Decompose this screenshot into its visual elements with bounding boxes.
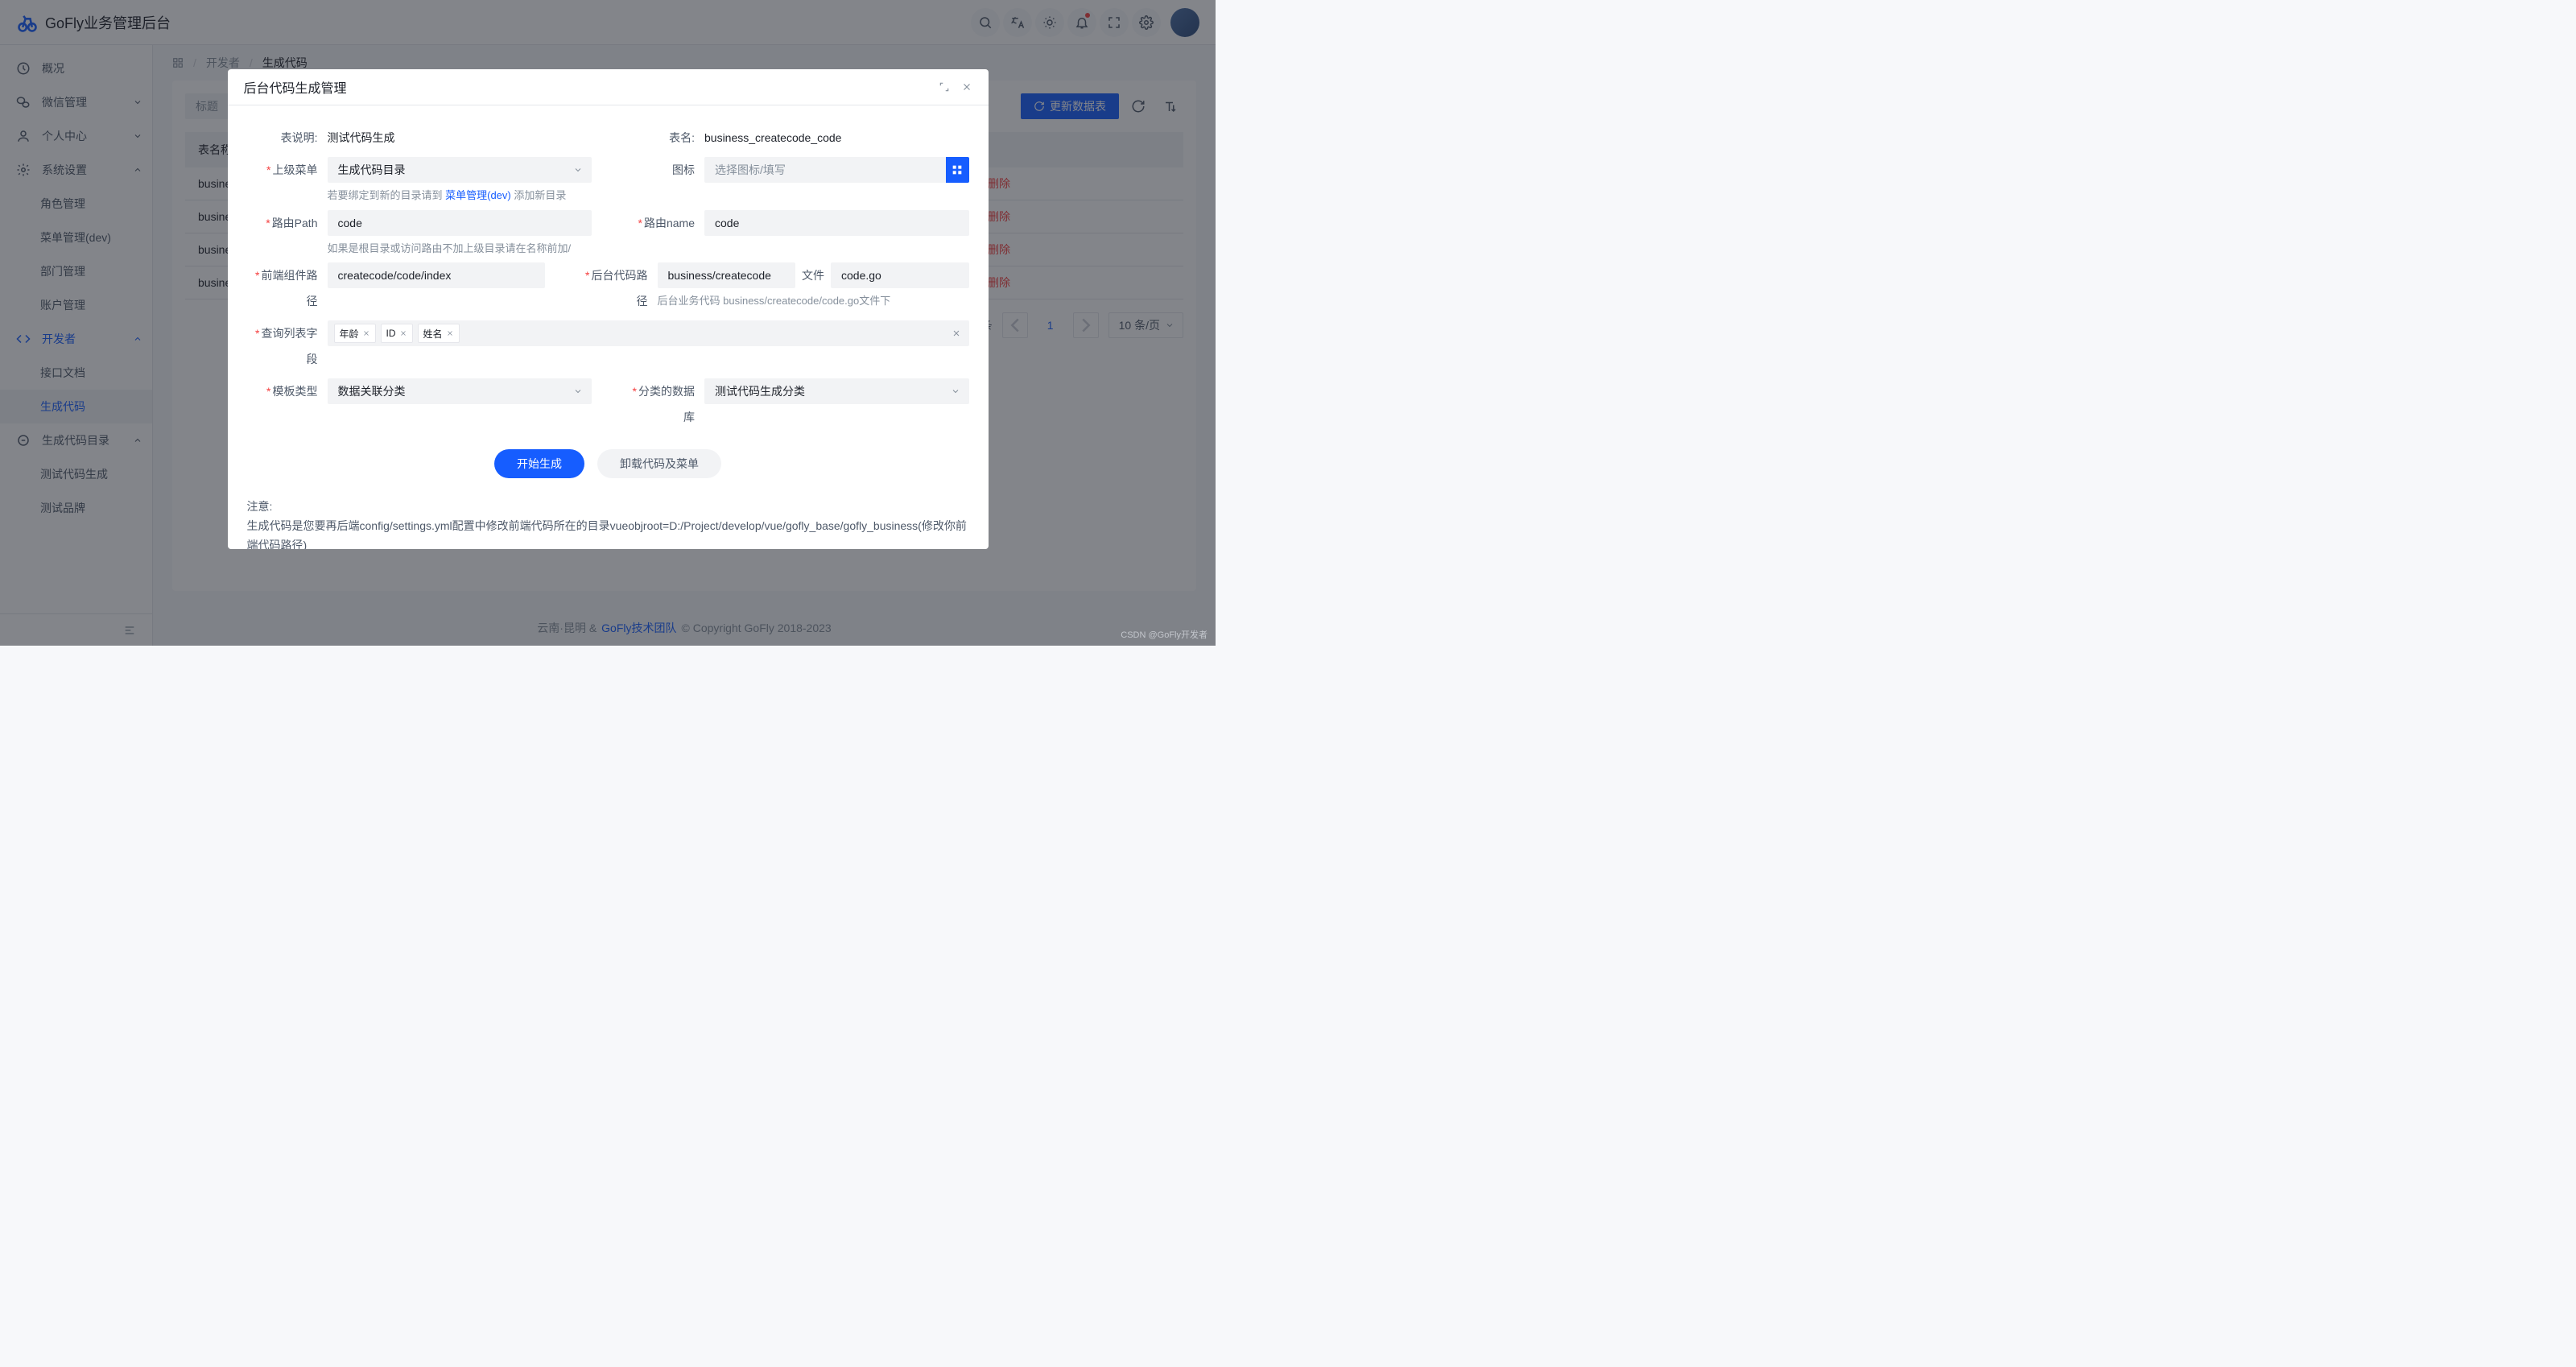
route-path-input[interactable] bbox=[328, 210, 592, 236]
backend-path-label: *后台代码路径 bbox=[577, 262, 658, 314]
tag: 姓名 bbox=[418, 324, 460, 343]
category-db-label: *分类的数据库 bbox=[624, 378, 704, 430]
tag-close-icon[interactable] bbox=[362, 329, 370, 337]
query-fields-input[interactable]: 年龄 ID 姓名 bbox=[328, 320, 969, 346]
route-path-label: *路由Path bbox=[247, 210, 328, 257]
chevron-down-icon bbox=[951, 386, 960, 396]
frontend-path-input[interactable] bbox=[328, 262, 545, 288]
desc-value: 测试代码生成 bbox=[328, 125, 592, 151]
modal-body: 表说明: 测试代码生成 表名: business_createcode_code… bbox=[228, 105, 989, 549]
menu-mgmt-link[interactable]: 菜单管理(dev) bbox=[445, 189, 511, 201]
template-type-label: *模板类型 bbox=[247, 378, 328, 430]
parent-menu-help: 若要绑定到新的目录请到 菜单管理(dev) 添加新目录 bbox=[328, 188, 592, 204]
frontend-path-label: *前端组件路径 bbox=[247, 262, 328, 314]
grid-icon bbox=[951, 163, 964, 176]
desc-label: 表说明: bbox=[247, 125, 328, 151]
file-name-input[interactable] bbox=[831, 262, 969, 288]
template-type-select[interactable]: 数据关联分类 bbox=[328, 378, 592, 404]
tag-close-icon[interactable] bbox=[399, 329, 407, 337]
notice: 注意: 生成代码是您要再后端config/settings.yml配置中修改前端… bbox=[247, 498, 969, 549]
unload-button[interactable]: 卸载代码及菜单 bbox=[597, 449, 721, 478]
tag: 年龄 bbox=[334, 324, 376, 343]
watermark: CSDN @GoFly开发者 bbox=[1121, 628, 1208, 641]
file-label: 文件 bbox=[802, 262, 824, 288]
modal-title: 后台代码生成管理 bbox=[244, 77, 347, 97]
icon-input[interactable] bbox=[704, 157, 946, 183]
backend-help: 后台业务代码 business/createcode/code.go文件下 bbox=[658, 293, 969, 309]
generate-button[interactable]: 开始生成 bbox=[494, 449, 584, 478]
parent-menu-select[interactable]: 生成代码目录 bbox=[328, 157, 592, 183]
tag-close-icon[interactable] bbox=[446, 329, 454, 337]
tag: ID bbox=[381, 324, 413, 343]
category-db-select[interactable]: 测试代码生成分类 bbox=[704, 378, 969, 404]
parent-menu-label: *上级菜单 bbox=[247, 157, 328, 204]
query-fields-label: *查询列表字段 bbox=[247, 320, 328, 372]
clear-tags-icon[interactable] bbox=[952, 328, 961, 338]
close-icon[interactable] bbox=[961, 81, 972, 93]
route-name-label: *路由name bbox=[624, 210, 704, 257]
modal-mask[interactable]: 后台代码生成管理 表说明: 测试代码生成 表名: business_create… bbox=[0, 0, 1216, 646]
backend-path-input[interactable] bbox=[658, 262, 796, 288]
route-path-help: 如果是根目录或访问路由不加上级目录请在名称前加/ bbox=[328, 241, 592, 257]
modal: 后台代码生成管理 表说明: 测试代码生成 表名: business_create… bbox=[228, 69, 989, 549]
tablename-label: 表名: bbox=[624, 125, 704, 151]
route-name-input[interactable] bbox=[704, 210, 969, 236]
icon-picker-button[interactable] bbox=[946, 157, 969, 183]
expand-icon[interactable] bbox=[939, 81, 950, 93]
chevron-down-icon bbox=[573, 165, 583, 175]
tablename-value: business_createcode_code bbox=[704, 125, 969, 151]
icon-label: 图标 bbox=[624, 157, 704, 204]
modal-header: 后台代码生成管理 bbox=[228, 69, 989, 105]
modal-actions: 开始生成 卸载代码及菜单 bbox=[247, 449, 969, 478]
chevron-down-icon bbox=[573, 386, 583, 396]
